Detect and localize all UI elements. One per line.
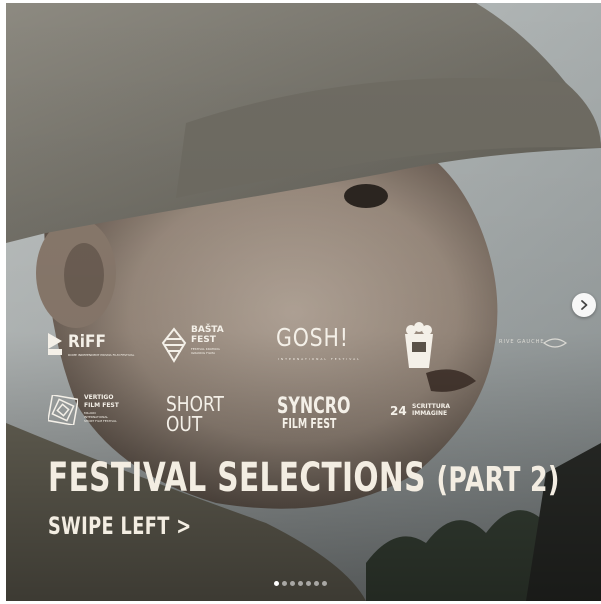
leaf-icon [543, 338, 567, 348]
basta-logo-sub: FESTIVAL KRATKOG IGRANOG FILMA [191, 347, 220, 355]
carousel-dot[interactable] [322, 581, 327, 586]
riff-logo-text: RiFF [68, 332, 106, 352]
popcorn-box-icon [405, 322, 433, 368]
syncro-film-fest-logo: SYNCRO FILM FEST [277, 394, 357, 434]
basta-logo-line1: BAŠTA [191, 325, 224, 335]
gosh-logo-sub: INTERNATIONAL FESTIVAL [278, 357, 361, 361]
scrittura-number: 24 [390, 404, 407, 418]
gosh-logo: GOSH! INTERNATIONAL FESTIVAL [276, 323, 359, 369]
vertigo-film-fest-logo: VERTIGO FILM FEST MILANO INTERNATIONAL S… [48, 392, 128, 428]
scrittura-line1: SCRITTURA [412, 403, 451, 410]
scrittura-immagine-logo: 24 SCRITTURA IMMAGINE [390, 403, 470, 423]
vertigo-logo-line2: FILM FEST [84, 402, 119, 409]
pinecone-icon [161, 327, 187, 363]
popcorn-festival-logo [402, 322, 436, 370]
rive-gauche-logo: RIVE GAUCHE [499, 337, 569, 353]
basta-logo-line2: FEST [191, 335, 216, 345]
carousel-dot[interactable] [282, 581, 287, 586]
short-out-logo: SHORT OUT [166, 392, 236, 436]
vertigo-logo-sub: MILANO INTERNATIONAL SHORT FILM FESTIVAL [84, 411, 117, 423]
headline-suffix: (PART 2) [436, 460, 560, 500]
gosh-logo-text: GOSH! [276, 323, 349, 352]
syncro-line2: FILM FEST [282, 417, 337, 432]
rive-gauche-logo-text: RIVE GAUCHE [499, 339, 545, 345]
riff-logo: RiFF ROME INDEPENDENT PRISMA FILM FESTIV… [46, 331, 134, 361]
short-out-line2: OUT [166, 412, 203, 436]
carousel-dot[interactable] [306, 581, 311, 586]
scrittura-line2: IMMAGINE [412, 410, 448, 417]
vertigo-spiral-icon [48, 395, 78, 425]
next-slide-button[interactable] [572, 293, 596, 317]
post-image[interactable]: RiFF ROME INDEPENDENT PRISMA FILM FESTIV… [6, 3, 601, 601]
carousel-dot[interactable] [298, 581, 303, 586]
headline: FESTIVAL SELECTIONS (PART 2) [48, 455, 560, 501]
basta-fest-logo: BAŠTA FEST FESTIVAL KRATKOG IGRANOG FILM… [161, 325, 231, 365]
carousel-dot[interactable] [274, 581, 279, 586]
riff-logo-sub: ROME INDEPENDENT PRISMA FILM FESTIVAL [68, 353, 135, 357]
carousel-indicators [274, 581, 327, 586]
swipe-instruction: SWIPE LEFT > [48, 512, 192, 540]
headline-main: FESTIVAL SELECTIONS [48, 455, 426, 501]
chevron-right-icon [581, 300, 588, 310]
syncro-line1: SYNCRO [277, 394, 351, 419]
carousel-dot[interactable] [314, 581, 319, 586]
riff-arrow-icon [48, 333, 62, 355]
vertigo-logo-line1: VERTIGO [84, 394, 114, 401]
carousel-dot[interactable] [290, 581, 295, 586]
